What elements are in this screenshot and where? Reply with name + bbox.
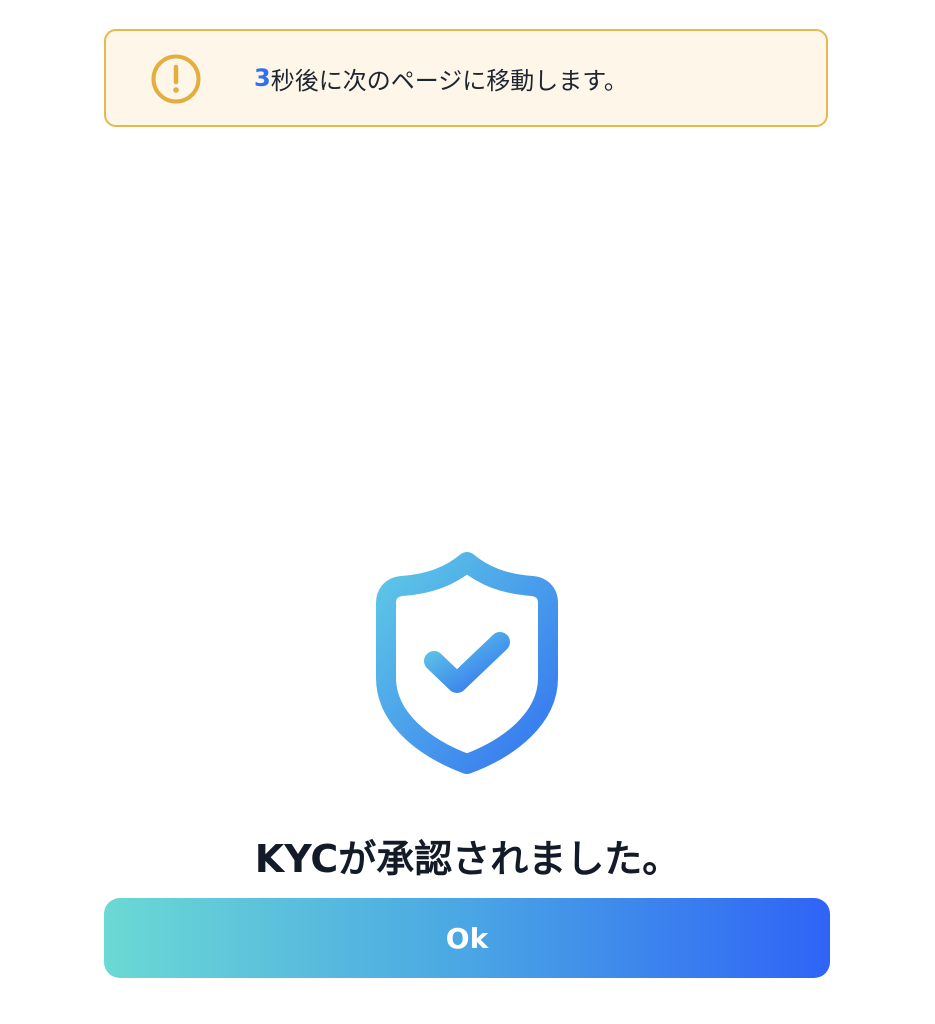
redirect-message: 秒後に次のページに移動します。 — [270, 66, 628, 95]
kyc-approved-heading: KYCが承認されました。 — [254, 837, 681, 881]
shield-check-icon — [376, 552, 558, 774]
countdown-seconds: 3 — [254, 64, 271, 92]
exclamation-circle-icon — [151, 54, 201, 104]
kyc-approved-screen: 3 秒後に次のページに移動します。 KYCが承認されました。 Ok — [0, 0, 935, 1024]
redirect-notice-text: 3 秒後に次のページに移動します。 — [254, 31, 628, 125]
redirect-notice-banner: 3 秒後に次のページに移動します。 — [104, 29, 828, 127]
ok-button[interactable]: Ok — [104, 898, 830, 978]
